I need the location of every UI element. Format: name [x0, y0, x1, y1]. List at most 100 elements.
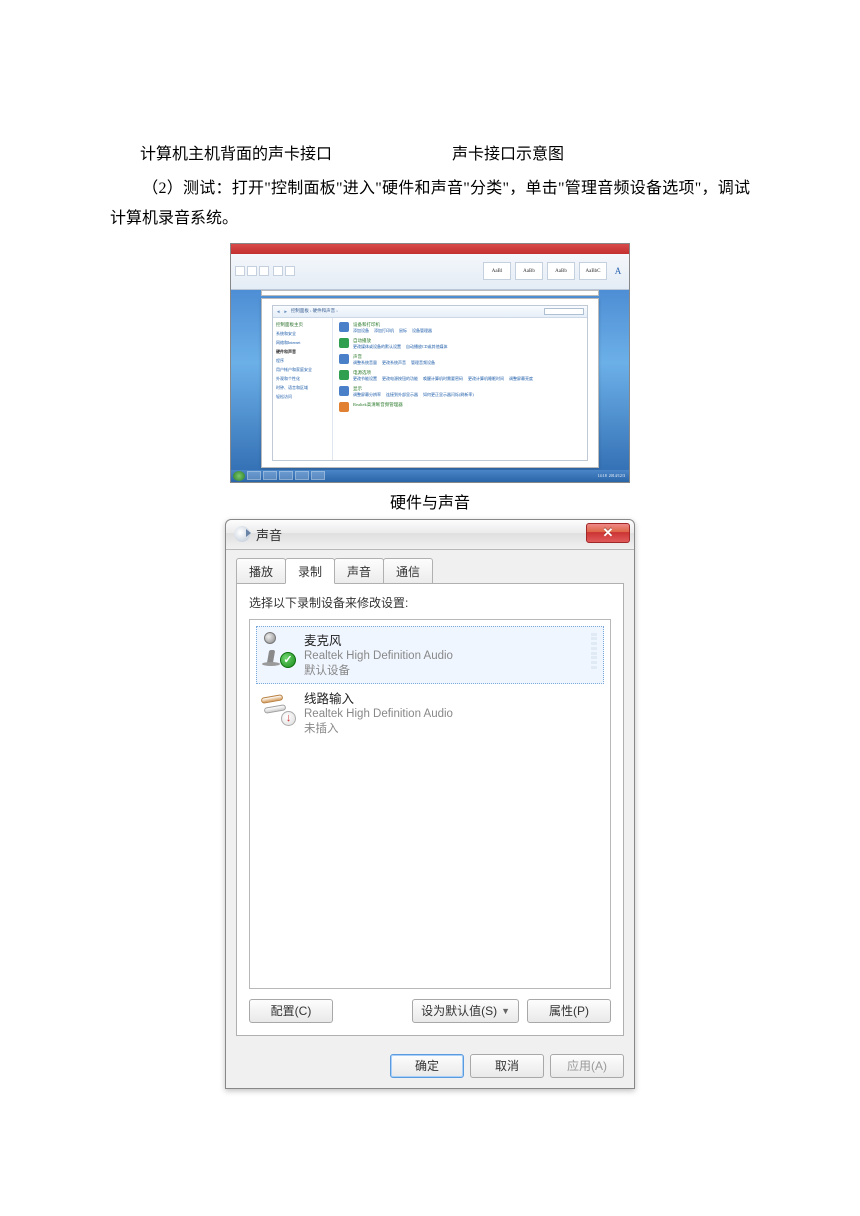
- cp-link[interactable]: 更改系统声音: [382, 360, 406, 365]
- power-icon: [339, 370, 349, 380]
- instruction-text: 选择以下录制设备来修改设置:: [249, 594, 611, 611]
- cp-link[interactable]: 如何更正显示器闪烁(刷新率): [423, 392, 474, 397]
- sidebar-item[interactable]: 用户帐户和家庭安全: [276, 367, 329, 373]
- control-panel-window: ◄ ► 控制面板 › 硬件和声音 › 控制面板主页 系统和安全 网络和Inter…: [272, 305, 588, 461]
- check-badge-icon: ✓: [280, 652, 296, 668]
- word-ruler: [261, 290, 599, 296]
- device-row-line-in[interactable]: ↓ 线路输入 Realtek High Definition Audio 未插入: [256, 684, 604, 742]
- cp-link[interactable]: 更改节能设置: [353, 376, 377, 381]
- devices-icon: [339, 322, 349, 332]
- tab-pane-recording: 选择以下录制设备来修改设置: ✓ 麦克风 Realtek High Defini…: [236, 583, 624, 1036]
- set-default-button[interactable]: 设为默认值(S)▼: [412, 999, 519, 1023]
- device-name: 线路输入: [304, 688, 453, 707]
- sidebar-item-active[interactable]: 硬件和声音: [276, 349, 329, 355]
- cp-link[interactable]: 调整屏幕分辨率: [353, 392, 381, 397]
- start-button[interactable]: [233, 471, 245, 481]
- level-meter: [591, 633, 597, 669]
- autoplay-icon: [339, 338, 349, 348]
- sound-dialog: 声音 ✕ 播放 录制 声音 通信 选择以下录制设备来修改设置: ✓: [225, 519, 635, 1089]
- sidebar-item[interactable]: 程序: [276, 358, 329, 364]
- sidebar-item[interactable]: 轻松访问: [276, 394, 329, 400]
- apply-button[interactable]: 应用(A): [550, 1054, 624, 1078]
- control-panel-sidebar: 控制面板主页 系统和安全 网络和Internet 硬件和声音 程序 用户帐户和家…: [273, 318, 333, 460]
- configure-button[interactable]: 配置(C): [249, 999, 333, 1023]
- tray-date: 2014/12/3: [609, 473, 625, 478]
- ribbon-style-gallery: AaBl AaBb AaBb AaBbC: [483, 262, 607, 280]
- category-title[interactable]: 设备和打印机: [353, 322, 436, 328]
- forward-icon[interactable]: ►: [283, 309, 287, 314]
- search-input[interactable]: [544, 308, 584, 315]
- system-tray[interactable]: 14:18 2014/12/3: [598, 473, 627, 478]
- category-title[interactable]: 自动播放: [353, 338, 452, 344]
- sidebar-item[interactable]: 系统和安全: [276, 331, 329, 337]
- cp-link[interactable]: 管理音频设备: [411, 360, 435, 365]
- sidebar-item[interactable]: 外观和个性化: [276, 376, 329, 382]
- taskbar-item[interactable]: [263, 471, 277, 480]
- style-thumb[interactable]: AaBl: [483, 262, 511, 280]
- caption-row: 计算机主机背面的声卡接口 声卡接口示意图: [110, 140, 750, 164]
- microphone-icon: ✓: [258, 630, 294, 666]
- sidebar-item[interactable]: 网络和Internet: [276, 340, 329, 346]
- tab-recording[interactable]: 录制: [285, 558, 335, 584]
- control-panel-main: 设备和打印机 添加设备 添加打印机 鼠标 设备管理器 自动播放 更改媒体或设备的…: [333, 318, 587, 460]
- cp-link[interactable]: 添加设备: [353, 328, 369, 333]
- cp-link[interactable]: 添加打印机: [374, 328, 394, 333]
- unplugged-badge-icon: ↓: [281, 711, 296, 726]
- cp-link[interactable]: 调整屏幕亮度: [509, 376, 533, 381]
- cp-link[interactable]: 调整系统音量: [353, 360, 377, 365]
- cancel-button[interactable]: 取消: [470, 1054, 544, 1078]
- breadcrumb[interactable]: 控制面板 › 硬件和声音 ›: [291, 308, 338, 314]
- paragraph-2: （2）测试：打开"控制面板"进入"硬件和声音"分类"，单击"管理音频设备选项"，…: [110, 174, 750, 235]
- style-thumb[interactable]: AaBbC: [579, 262, 607, 280]
- sidebar-item[interactable]: 时钟、语言和区域: [276, 385, 329, 391]
- word-page: ◄ ► 控制面板 › 硬件和声音 › 控制面板主页 系统和安全 网络和Inter…: [261, 298, 599, 468]
- taskbar-item[interactable]: [279, 471, 293, 480]
- cp-link[interactable]: 更改计算机睡眠时间: [468, 376, 504, 381]
- cp-link[interactable]: 自动播放CD或其他媒体: [406, 344, 448, 349]
- display-icon: [339, 386, 349, 396]
- style-thumb[interactable]: AaBb: [547, 262, 575, 280]
- properties-button[interactable]: 属性(P): [527, 999, 611, 1023]
- tab-sounds[interactable]: 声音: [334, 558, 384, 584]
- style-thumb[interactable]: AaBb: [515, 262, 543, 280]
- tab-playback[interactable]: 播放: [236, 558, 286, 584]
- tab-communications[interactable]: 通信: [383, 558, 433, 584]
- taskbar-item[interactable]: [311, 471, 325, 480]
- line-in-icon: ↓: [258, 688, 294, 724]
- device-driver: Realtek High Definition Audio: [304, 707, 453, 723]
- word-ribbon: AaBl AaBb AaBb AaBbC A: [231, 254, 629, 290]
- cp-link[interactable]: 更改媒体或设备的默认设置: [353, 344, 401, 349]
- device-status: 未插入: [304, 722, 453, 738]
- tab-strip: 播放 录制 声音 通信: [236, 558, 624, 584]
- device-row-microphone[interactable]: ✓ 麦克风 Realtek High Definition Audio 默认设备: [256, 626, 604, 684]
- device-driver: Realtek High Definition Audio: [304, 649, 453, 665]
- back-icon[interactable]: ◄: [276, 309, 280, 314]
- chevron-down-icon: ▼: [501, 1006, 510, 1016]
- cp-link[interactable]: 更改电源按钮的功能: [382, 376, 418, 381]
- word-title-bar: [231, 244, 629, 254]
- category-title[interactable]: 显示: [353, 386, 478, 392]
- ok-button[interactable]: 确定: [390, 1054, 464, 1078]
- taskbar[interactable]: 14:18 2014/12/3: [231, 470, 629, 482]
- control-panel-address-bar[interactable]: ◄ ► 控制面板 › 硬件和声音 ›: [273, 306, 587, 318]
- taskbar-item[interactable]: [247, 471, 261, 480]
- tray-time: 14:18: [598, 473, 607, 478]
- taskbar-item[interactable]: [295, 471, 309, 480]
- speaker-icon: [234, 526, 250, 542]
- cp-link[interactable]: 唤醒计算机时需要密码: [423, 376, 463, 381]
- ribbon-find-icon[interactable]: A: [611, 264, 625, 278]
- category-title[interactable]: Realtek高清晰音频管理器: [353, 402, 403, 408]
- sidebar-home[interactable]: 控制面板主页: [276, 322, 329, 328]
- close-button[interactable]: ✕: [586, 523, 630, 543]
- cp-link[interactable]: 鼠标: [399, 328, 407, 333]
- dialog-title-bar[interactable]: 声音 ✕: [226, 520, 634, 550]
- cp-link[interactable]: 设备管理器: [412, 328, 432, 333]
- caption-left: 计算机主机背面的声卡接口: [140, 140, 332, 164]
- device-list[interactable]: ✓ 麦克风 Realtek High Definition Audio 默认设备: [249, 619, 611, 989]
- category-title[interactable]: 电源选项: [353, 370, 537, 376]
- caption-right: 声卡接口示意图: [452, 140, 564, 164]
- sound-icon: [339, 354, 349, 364]
- category-title[interactable]: 声音: [353, 354, 439, 360]
- device-name: 麦克风: [304, 630, 453, 649]
- cp-link[interactable]: 连接到外部显示器: [386, 392, 418, 397]
